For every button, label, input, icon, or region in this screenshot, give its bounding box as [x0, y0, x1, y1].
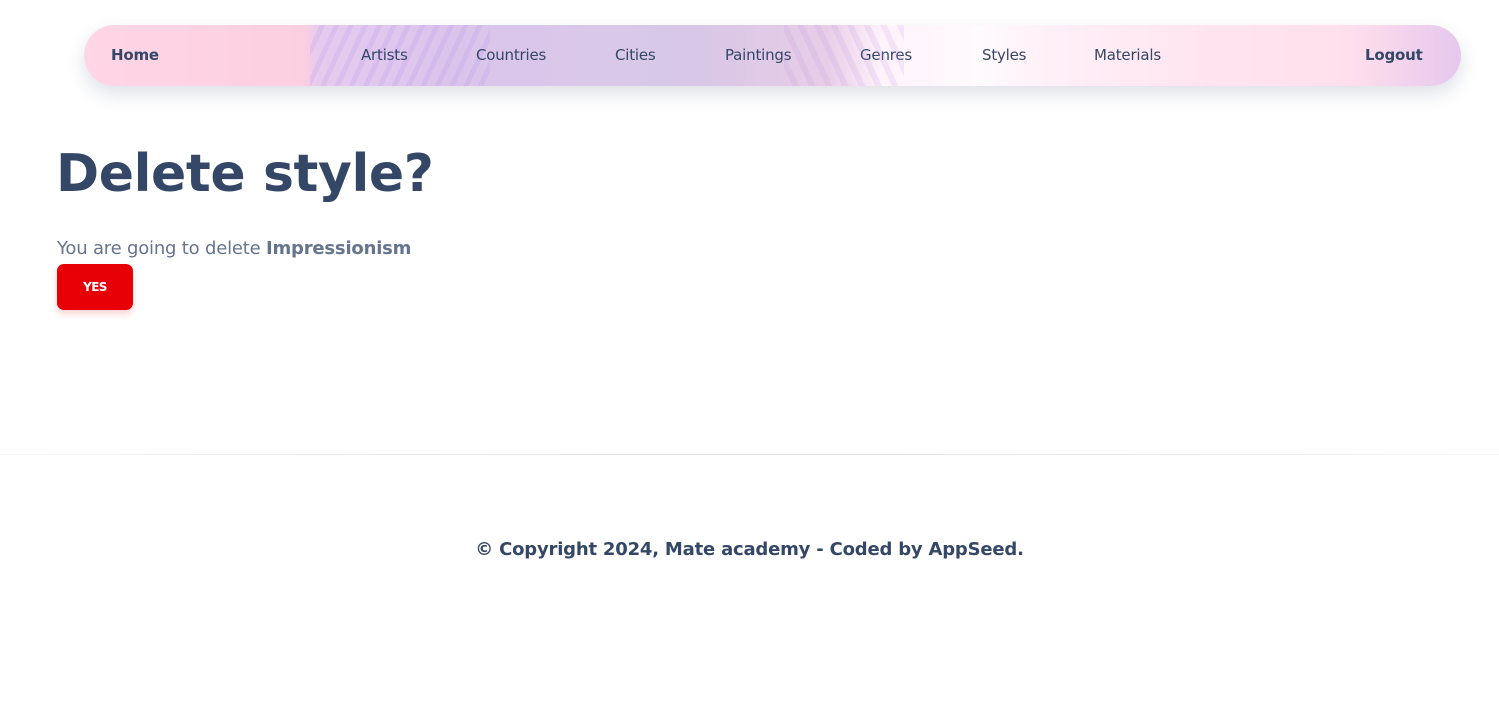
- logout-link[interactable]: Logout: [1365, 45, 1423, 65]
- delete-confirmation-message: You are going to delete Impressionism: [57, 237, 411, 261]
- footer-copyright: © Copyright 2024, Mate academy - Coded b…: [475, 539, 1024, 560]
- page-title: Delete style?: [56, 144, 434, 204]
- style-name: Impressionism: [266, 238, 412, 259]
- footer-divider: [0, 454, 1499, 455]
- cities-link[interactable]: Cities: [615, 45, 656, 65]
- styles-link[interactable]: Styles: [982, 45, 1026, 65]
- genres-link[interactable]: Genres: [860, 45, 912, 65]
- main-navigation: Home Artists Countries Cities Paintings …: [84, 25, 1461, 86]
- delete-message-prefix: You are going to delete: [57, 238, 266, 259]
- artists-link[interactable]: Artists: [361, 45, 408, 65]
- countries-link[interactable]: Countries: [476, 45, 546, 65]
- home-link[interactable]: Home: [111, 45, 159, 65]
- materials-link[interactable]: Materials: [1094, 45, 1161, 65]
- paintings-link[interactable]: Paintings: [725, 45, 792, 65]
- confirm-delete-button[interactable]: YES: [57, 264, 133, 310]
